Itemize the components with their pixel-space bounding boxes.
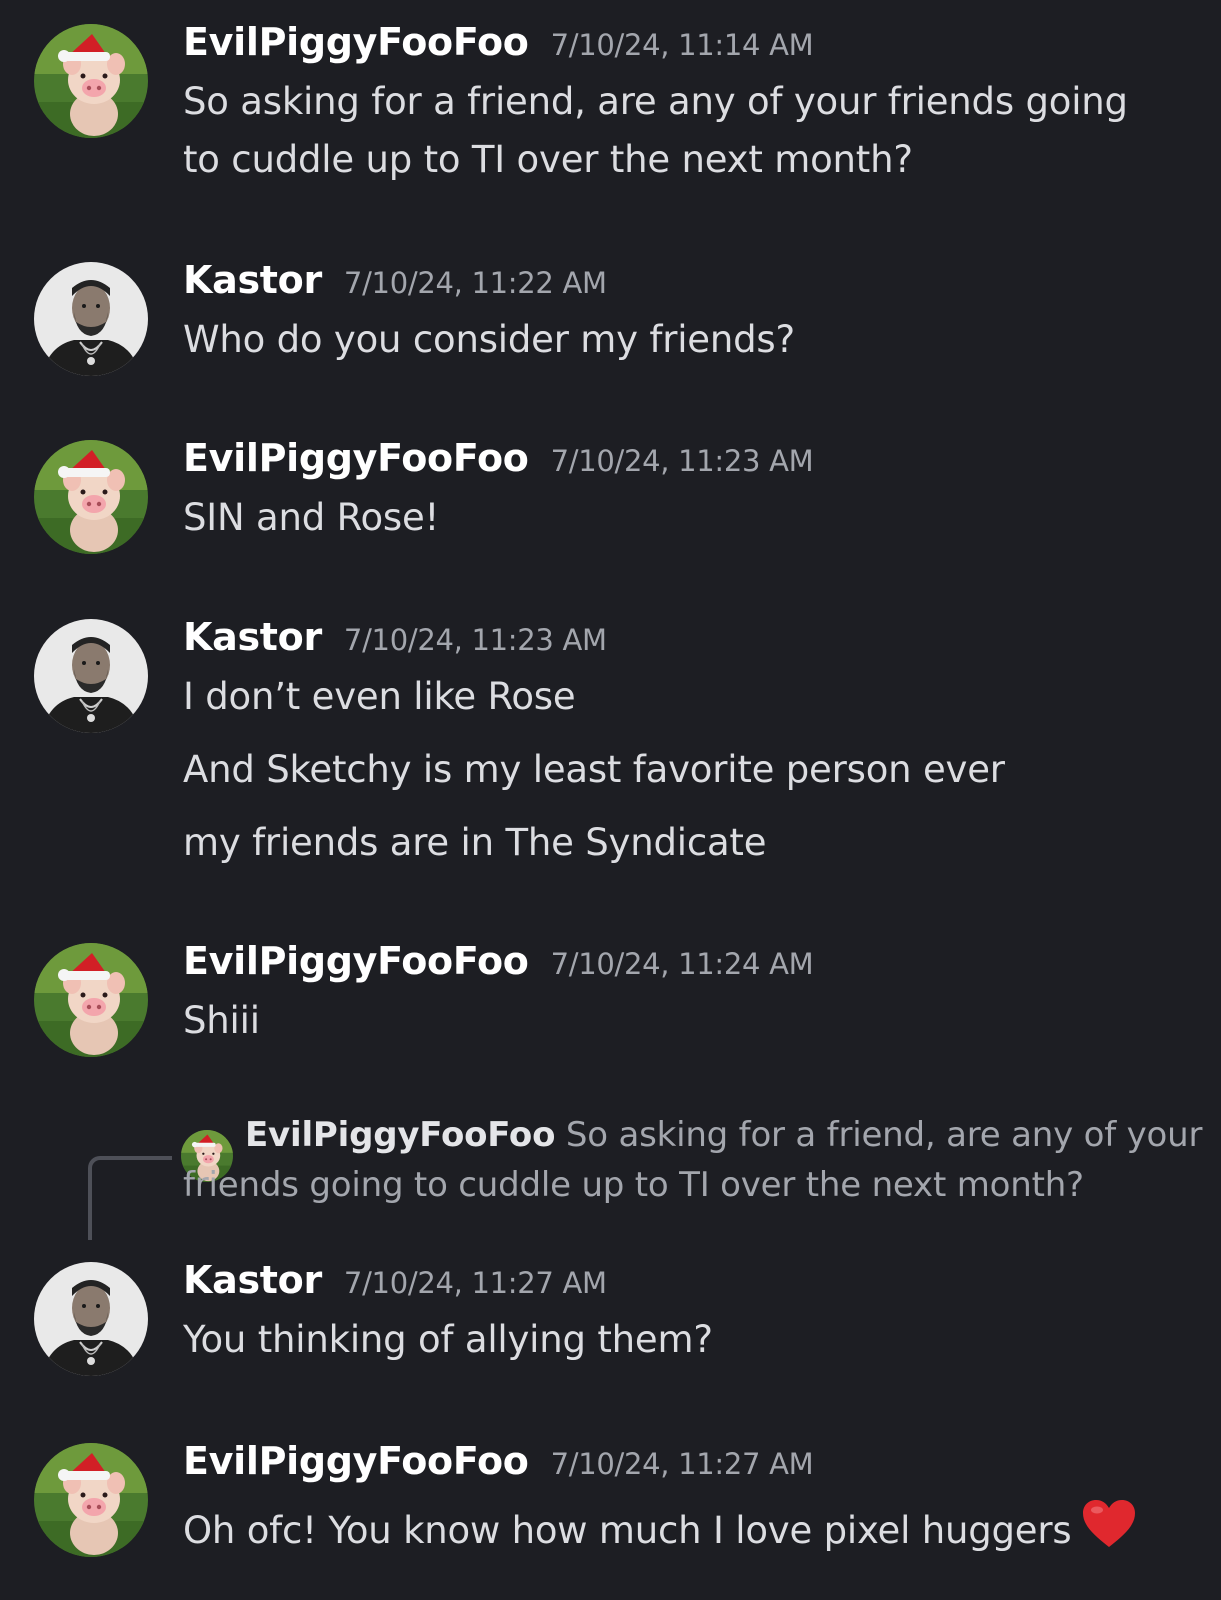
username[interactable]: EvilPiggyFooFoo [183,939,529,983]
timestamp: 7/10/24, 11:24 AM [550,947,814,981]
bearded-man-avatar-icon [34,262,148,376]
username[interactable]: EvilPiggyFooFoo [183,20,529,64]
piglet-santa-hat-avatar-icon [34,440,148,554]
avatar[interactable] [34,619,148,733]
avatar[interactable] [34,943,148,1057]
reply-connector [88,1156,172,1240]
avatar[interactable] [34,1262,148,1376]
message-text: SIN and Rose! [183,496,440,539]
message-text: my friends are in The Syndicate [183,821,767,864]
reply-username[interactable]: EvilPiggyFooFoo [245,1115,555,1155]
avatar[interactable] [34,24,148,138]
username[interactable]: EvilPiggyFooFoo [183,1439,529,1483]
username[interactable]: Kastor [183,615,322,659]
message-text: Shiii [183,999,260,1042]
timestamp: 7/10/24, 11:23 AM [343,623,607,657]
timestamp: 7/10/24, 11:14 AM [550,28,814,62]
timestamp: 7/10/24, 11:23 AM [550,444,814,478]
red-heart-icon [1083,1500,1136,1547]
piglet-santa-hat-avatar-icon [34,943,148,1057]
message-text-line: Oh ofc! You know how much I love pixel h… [183,1499,1137,1552]
message-header: EvilPiggyFooFoo 7/10/24, 11:27 AM [183,1439,814,1483]
message-text: And Sketchy is my least favorite person … [183,748,1005,791]
piglet-santa-hat-avatar-icon [34,24,148,138]
message-text: Oh ofc! You know how much I love pixel h… [183,1509,1072,1552]
message-header: Kastor 7/10/24, 11:27 AM [183,1258,607,1302]
bearded-man-avatar-icon [34,619,148,733]
message-text: to cuddle up to TI over the next month? [183,138,913,181]
avatar[interactable] [34,440,148,554]
reply-preview[interactable]: EvilPiggyFooFoo So asking for a friend, … [245,1115,1202,1155]
timestamp: 7/10/24, 11:22 AM [343,266,607,300]
message-text: So asking for a friend, are any of your … [183,80,1128,123]
message-text: You thinking of allying them? [183,1318,713,1361]
message-header: Kastor 7/10/24, 11:23 AM [183,615,607,659]
message-header: Kastor 7/10/24, 11:22 AM [183,258,607,302]
timestamp: 7/10/24, 11:27 AM [343,1266,607,1300]
message-header: EvilPiggyFooFoo 7/10/24, 11:24 AM [183,939,814,983]
reply-text: So asking for a friend, are any of your [565,1115,1203,1155]
avatar[interactable] [34,1443,148,1557]
avatar[interactable] [34,262,148,376]
timestamp: 7/10/24, 11:27 AM [550,1447,814,1481]
message-header: EvilPiggyFooFoo 7/10/24, 11:23 AM [183,436,814,480]
username[interactable]: EvilPiggyFooFoo [183,436,529,480]
username[interactable]: Kastor [183,1258,322,1302]
username[interactable]: Kastor [183,258,322,302]
message-header: EvilPiggyFooFoo 7/10/24, 11:14 AM [183,20,814,64]
message-text: I don’t even like Rose [183,675,576,718]
bearded-man-avatar-icon [34,1262,148,1376]
message-text: Who do you consider my friends? [183,318,795,361]
piglet-santa-hat-avatar-icon [34,1443,148,1557]
reply-text[interactable]: friends going to cuddle up to TI over th… [183,1165,1084,1205]
